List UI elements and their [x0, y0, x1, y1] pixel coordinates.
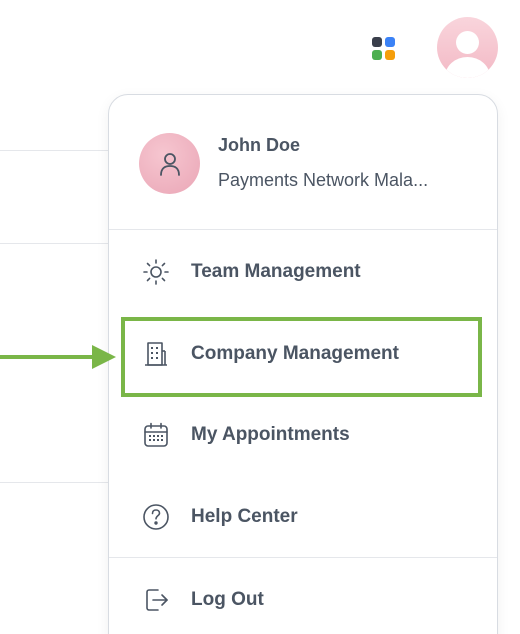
user-avatar-icon: [456, 31, 479, 54]
menu-item-label: Help Center: [191, 506, 298, 527]
profile-company: Payments Network Mala...: [218, 170, 429, 190]
sun-icon: [141, 257, 171, 287]
menu-item-help-center[interactable]: Help Center: [109, 487, 497, 547]
building-icon: [141, 339, 171, 369]
account-dropdown: John Doe Payments Network Mala... Team M…: [108, 94, 498, 634]
background-divider: [0, 482, 110, 483]
help-circle-icon: [141, 502, 171, 532]
grid-apps-icon[interactable]: [371, 36, 397, 62]
profile-avatar: [139, 133, 200, 194]
profile-section: John Doe Payments Network Mala...: [109, 95, 497, 230]
menu-item-logout[interactable]: Log Out: [109, 570, 497, 630]
profile-name: John Doe: [218, 135, 301, 155]
menu-item-company-management[interactable]: Company Management: [109, 324, 497, 384]
menu-item-label: Company Management: [191, 343, 399, 364]
calendar-icon: [141, 420, 171, 450]
menu-item-team-management[interactable]: Team Management: [109, 242, 497, 302]
user-avatar-button[interactable]: [437, 17, 498, 78]
pointer-arrow-head: [92, 345, 116, 369]
background-divider: [0, 243, 110, 244]
background-divider: [0, 150, 110, 151]
pointer-arrow-line: [0, 355, 96, 359]
menu-item-my-appointments[interactable]: My Appointments: [109, 405, 497, 465]
menu-item-label: My Appointments: [191, 424, 350, 445]
logout-icon: [141, 585, 171, 615]
menu-item-label: Log Out: [191, 589, 264, 610]
user-icon: [159, 152, 180, 176]
menu-divider: [109, 557, 497, 558]
menu-item-label: Team Management: [191, 261, 361, 282]
